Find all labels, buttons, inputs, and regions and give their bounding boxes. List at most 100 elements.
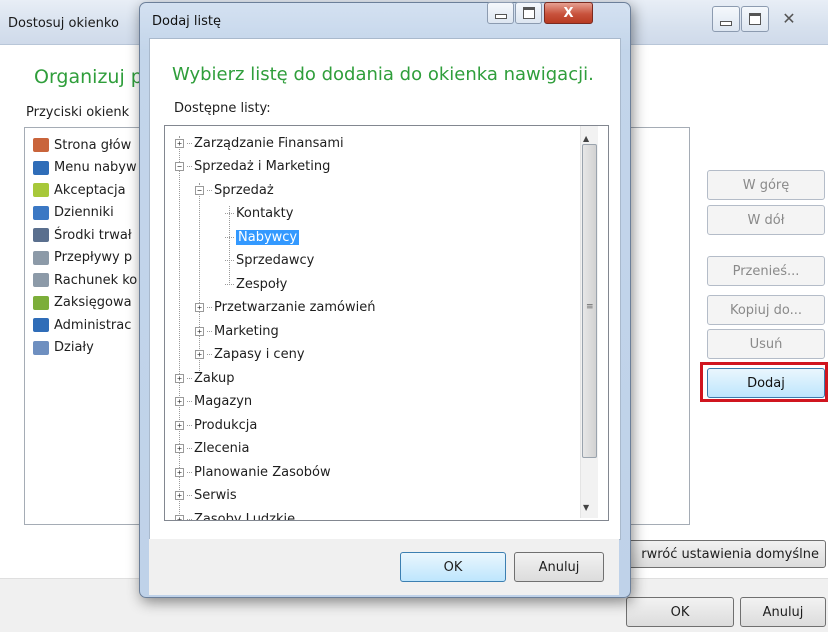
dialog-close-button[interactable]: X <box>544 2 593 24</box>
tree-node[interactable]: − Sprzedaż i Marketing <box>175 156 330 178</box>
maximize-button[interactable] <box>741 6 769 32</box>
add-button[interactable]: Dodaj <box>707 368 825 398</box>
expand-icon[interactable]: + <box>195 326 204 336</box>
expand-icon[interactable]: + <box>175 444 184 453</box>
tree-node[interactable]: Sprzedawcy <box>225 250 314 272</box>
restore-defaults-button[interactable]: rwróć ustawienia domyślne <box>600 540 826 568</box>
pane-button-label: Dzienniki <box>54 205 114 220</box>
tree-connector <box>207 330 212 332</box>
expand-icon[interactable]: + <box>175 491 184 500</box>
expand-icon[interactable]: + <box>175 138 184 148</box>
pane-button-item[interactable]: Administrac <box>33 314 131 336</box>
tree-node[interactable]: − Sprzedaż <box>195 179 274 201</box>
pane-button-label: Rachunek ko <box>54 272 138 288</box>
expand-icon[interactable]: + <box>195 303 204 312</box>
minimize-button[interactable] <box>712 6 740 32</box>
pane-button-label: Zaksięgowa <box>54 295 132 310</box>
pane-button-item[interactable]: Dzienniki <box>33 202 114 224</box>
tree-node-label: Kontakty <box>236 206 294 221</box>
ok-button[interactable]: OK <box>626 597 734 627</box>
tree-node[interactable]: + Zasoby Ludzkie <box>175 508 296 521</box>
close-icon: X <box>563 5 574 21</box>
move-down-button[interactable]: W dół <box>707 205 825 235</box>
tree-connector <box>187 495 192 496</box>
tree-node[interactable]: + Magazyn <box>175 391 252 413</box>
cancel-button[interactable]: Anuluj <box>740 597 826 627</box>
minimize-icon <box>494 13 507 19</box>
scroll-down-arrow-icon[interactable]: ▼ <box>583 503 589 512</box>
tree-node-label: Zasoby Ludzkie <box>194 511 296 521</box>
tree-node-label: Sprzedaż i Marketing <box>194 159 331 174</box>
tree-connector <box>225 283 234 285</box>
lists-tree[interactable]: + Zarządzanie Finansami − Sprzedaż i Market… <box>164 125 609 521</box>
expand-icon[interactable]: + <box>175 514 184 520</box>
expand-icon[interactable]: + <box>195 350 204 359</box>
dialog-minimize-button[interactable] <box>487 2 514 24</box>
tree-connector <box>207 354 212 355</box>
collapse-icon[interactable]: − <box>175 162 184 171</box>
pane-button-label: Strona głów <box>54 137 132 153</box>
tree-node-label: Marketing <box>214 323 279 339</box>
tree-node-label: Zespoły <box>236 276 288 292</box>
expand-icon[interactable]: + <box>175 373 184 383</box>
expand-icon[interactable]: + <box>175 397 184 406</box>
tree-node[interactable]: + Serwis <box>175 485 237 507</box>
scrollbar-thumb[interactable] <box>582 144 597 458</box>
pane-button-item[interactable]: Strona głów <box>33 134 131 156</box>
tree-node-label: Zapasy i ceny <box>214 347 305 362</box>
admin-icon <box>33 318 49 332</box>
pane-button-item[interactable]: Zaksięgowa <box>33 292 132 314</box>
copy-to-button[interactable]: Kopiuj do... <box>707 295 825 325</box>
dialog-cancel-button[interactable]: Anuluj <box>514 552 604 582</box>
pane-button-item[interactable]: Środki trwał <box>33 224 132 246</box>
tree-connector <box>187 166 192 167</box>
expand-icon[interactable]: + <box>175 420 184 430</box>
tree-connector <box>225 236 234 238</box>
pane-button-item[interactable]: Rachunek ko <box>33 269 137 291</box>
tree-node[interactable]: Zespoły <box>225 273 287 295</box>
move-up-button[interactable]: W górę <box>707 170 825 200</box>
tree-node[interactable]: + Zlecenia <box>175 438 249 460</box>
pane-button-item[interactable]: Menu nabyw <box>33 157 137 179</box>
grip-icon: ≡ <box>586 302 594 312</box>
tree-node[interactable]: Kontakty <box>225 203 293 225</box>
pane-button-item[interactable]: Działy <box>33 337 94 359</box>
collapse-icon[interactable]: − <box>195 185 204 195</box>
tree-node[interactable]: + Marketing <box>195 320 279 342</box>
list-label: Przyciski okienk <box>26 105 130 120</box>
tree-node-label: Magazyn <box>194 394 253 409</box>
pane-button-item[interactable]: Przepływy p <box>33 247 132 269</box>
dialog-maximize-button[interactable] <box>515 2 542 24</box>
tree-connector <box>187 142 192 144</box>
expand-icon[interactable]: + <box>175 467 184 477</box>
tree-node-label: Sprzedaż <box>214 182 274 198</box>
pane-button-item[interactable]: Akceptacja <box>33 179 126 201</box>
move-to-button[interactable]: Przenieś... <box>707 256 825 286</box>
dialog-heading: Wybierz listę do dodania do okienka nawi… <box>172 64 594 85</box>
pane-button-label: Menu nabyw <box>54 160 137 175</box>
close-button[interactable]: ✕ <box>771 6 807 30</box>
tree-node[interactable]: + Zapasy i ceny <box>195 344 305 366</box>
delete-button[interactable]: Usuń <box>707 329 825 359</box>
tree-node[interactable]: + Zakup <box>175 367 235 389</box>
tree-connector <box>207 189 212 191</box>
close-icon: ✕ <box>782 8 796 28</box>
tree-node-label: Sprzedawcy <box>236 253 315 268</box>
tree-node[interactable]: Nabywcy <box>225 226 300 248</box>
tree-node-label: Przetwarzanie zamówień <box>214 300 376 315</box>
tree-node-label: Planowanie Zasobów <box>194 464 331 480</box>
page-heading: Organizuj pr <box>34 66 151 88</box>
posted-icon <box>33 295 49 310</box>
tree-node[interactable]: + Produkcja <box>175 414 257 436</box>
tree-connector <box>187 471 192 473</box>
tree-connector <box>187 377 192 379</box>
dialog-title: Dodaj listę <box>152 14 222 29</box>
report-icon <box>33 250 49 265</box>
tree-node[interactable]: + Zarządzanie Finansami <box>175 132 344 154</box>
scroll-up-arrow-icon[interactable]: ▲ <box>583 134 589 143</box>
home-icon <box>33 138 49 152</box>
dialog-ok-button[interactable]: OK <box>400 552 506 582</box>
tree-node[interactable]: + Planowanie Zasobów <box>175 461 331 483</box>
maximize-icon <box>522 7 535 19</box>
tree-node[interactable]: + Przetwarzanie zamówień <box>195 297 375 319</box>
